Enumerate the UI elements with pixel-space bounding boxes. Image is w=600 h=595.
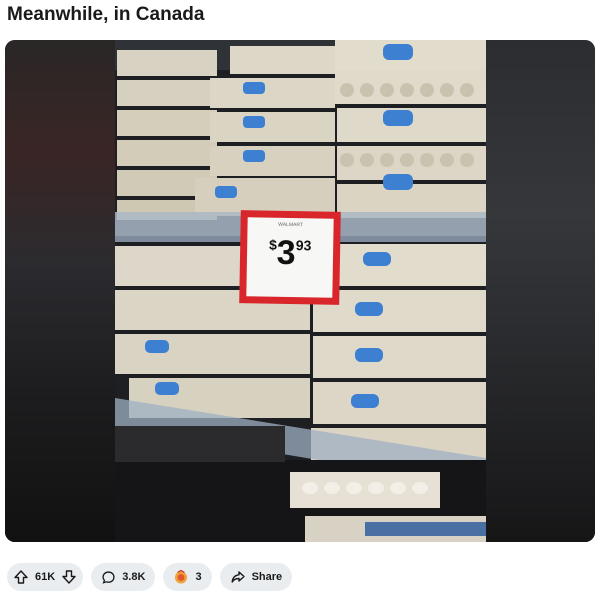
share-label: Share: [251, 571, 283, 583]
award-count: 3: [195, 571, 202, 583]
price-tag-price: $393: [247, 233, 334, 273]
blurred-background-left: [5, 40, 115, 542]
downvote-icon[interactable]: [61, 569, 77, 585]
comment-icon: [101, 570, 116, 585]
share-icon: [230, 569, 246, 585]
price-dollars: 3: [276, 233, 296, 273]
price-tag: WALMART $393: [239, 210, 341, 305]
post-image-gallery[interactable]: WALMART $393: [5, 40, 595, 542]
upvote-icon[interactable]: [13, 569, 29, 585]
egg-shelf-photo: WALMART $393: [115, 40, 486, 542]
post-action-bar: 61K 3.8K 3 Share: [7, 563, 293, 591]
price-tag-store-label: WALMART: [278, 221, 303, 229]
blurred-background-right: [485, 40, 595, 542]
award-icon: [173, 569, 189, 585]
award-button[interactable]: 3: [163, 563, 212, 591]
comment-count: 3.8K: [122, 571, 146, 583]
post-title[interactable]: Meanwhile, in Canada: [7, 2, 204, 28]
carton-stack-back-right: [335, 40, 486, 218]
vote-count: 61K: [35, 571, 56, 583]
vote-control: 61K: [7, 563, 84, 591]
price-cents: 93: [295, 237, 312, 254]
share-button[interactable]: Share: [219, 563, 293, 591]
comments-button[interactable]: 3.8K: [91, 563, 156, 591]
